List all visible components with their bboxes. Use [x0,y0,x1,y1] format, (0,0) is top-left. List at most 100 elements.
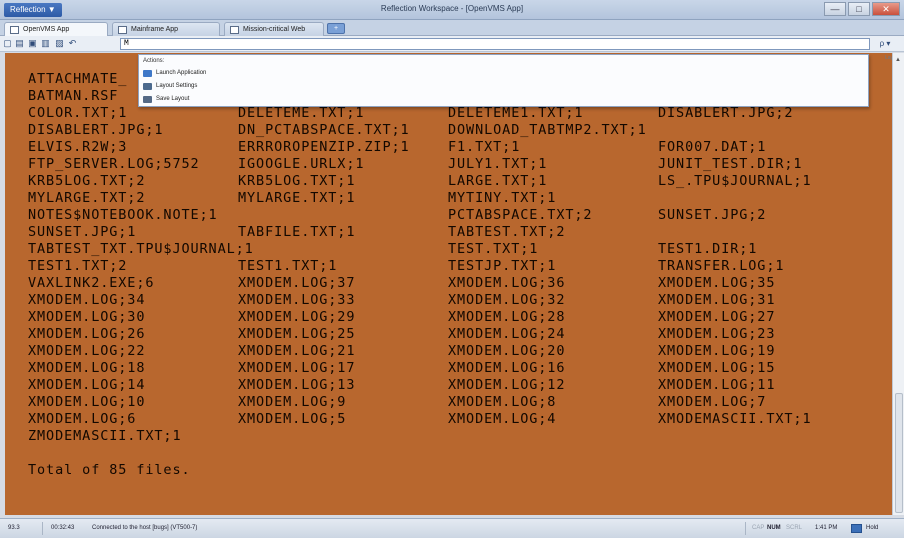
file-entry: KRB5LOG.TXT;1 [238,173,356,189]
file-entry: XMODEM.LOG;27 [658,309,776,325]
file-entry: XMODEM.LOG;23 [658,326,776,342]
file-entry: DISABLERT.JPG;2 [658,105,794,121]
file-entry: FTP_SERVER.LOG;5752 [28,156,200,172]
file-entry: XMODEM.LOG;19 [658,343,776,359]
file-entry: XMODEM.LOG;5 [238,411,347,427]
file-entry: XMODEM.LOG;29 [238,309,356,325]
terminal-line: ATTACHMATE_ [28,71,128,87]
file-entry: NOTES$NOTEBOOK.NOTE;1 [28,207,218,223]
file-entry: XMODEM.LOG;21 [238,343,356,359]
file-entry: XMODEM.LOG;4 [448,411,557,427]
action-layout-settings[interactable]: Layout Settings [143,81,197,92]
action-label: Layout Settings [156,83,198,89]
search-input[interactable]: M [120,38,870,50]
scroll-lock-indicator: SCRL [786,525,803,531]
file-entry: XMODEM.LOG;6 [28,411,137,427]
file-entry: KRB5LOG.TXT;2 [28,173,146,189]
file-entry: XMODEM.LOG;24 [448,326,566,342]
print-icon[interactable]: ▥ [40,38,51,49]
file-entry: ELVIS.R2W;3 [28,139,128,155]
launch-application-icon [143,70,152,77]
file-entry: XMODEMASCII.TXT;1 [658,411,812,427]
window-title: Reflection Workspace - [OpenVMS App] [380,4,524,13]
action-label: Save Layout [156,96,190,102]
tab-label: OpenVMS App [23,26,70,33]
status-position: 93.3 [8,525,20,531]
scroll-up-icon[interactable]: ▲ [895,57,901,63]
file-entry: FOR007.DAT;1 [658,139,767,155]
settings-icon[interactable]: ▨ [54,38,65,49]
file-entry: XMODEM.LOG;25 [238,326,356,342]
save-icon[interactable]: ▣ [27,38,38,49]
file-entry: XMODEM.LOG;31 [658,292,776,308]
file-entry: ZMODEMASCII.TXT;1 [28,428,182,444]
caps-lock-indicator: CAP [752,525,765,531]
file-entry: XMODEM.LOG;13 [238,377,356,393]
tab-label: Mainframe App [131,26,179,33]
tab-openvms-app[interactable]: OpenVMS App [4,22,108,36]
file-entry: XMODEM.LOG;30 [28,309,146,325]
tab-mission-critical-web-app[interactable]: Mission-critical Web App [224,22,324,47]
action-save-layout[interactable]: Save Layout [143,94,189,105]
layout-settings-icon [143,83,152,90]
file-entry: DELETEME.TXT;1 [238,105,365,121]
status-bar: 93.3 00:32:43 Connected to the host [bug… [0,518,904,538]
terminal-icon [10,26,19,34]
file-entry: TABTEST.TXT;2 [448,224,566,240]
file-entry: XMODEM.LOG;36 [448,275,566,291]
file-entry: MYTINY.TXT;1 [448,190,557,206]
file-entry: TEST1.TXT;1 [238,258,338,274]
actions-popup: Actions: Launch Application Layout Setti… [138,54,869,107]
hold-icon[interactable] [851,524,862,533]
status-timer: 00:32:43 [51,525,75,531]
terminal-screen[interactable]: ATTACHMATE_ BATMAN.RSF COLOR.TXT;1 DELETE… [5,53,892,515]
total-files-line: Total of 85 files. [28,462,191,478]
tab-mainframe-app[interactable]: Mainframe App [112,22,220,36]
file-entry: MYLARGE.TXT;1 [238,190,356,206]
file-entry: XMODEM.LOG;16 [448,360,566,376]
close-button[interactable]: ✕ [872,2,900,16]
file-entry: TESTJP.TXT;1 [448,258,557,274]
maximize-button[interactable]: □ [848,2,870,16]
file-entry: XMODEM.LOG;20 [448,343,566,359]
file-entry: IGOOGLE.URLX;1 [238,156,365,172]
file-entry: XMODEM.LOG;14 [28,377,146,393]
file-entry: XMODEM.LOG;11 [658,377,776,393]
file-entry: XMODEM.LOG;10 [28,394,146,410]
vertical-scrollbar[interactable]: ▲ [892,53,904,515]
file-entry: XMODEM.LOG;33 [238,292,356,308]
minimize-button[interactable]: — [824,2,846,16]
scroll-thumb[interactable] [895,393,903,513]
file-entry: XMODEM.LOG;12 [448,377,566,393]
file-entry: XMODEM.LOG;28 [448,309,566,325]
tab-bar: OpenVMS App Mainframe App Mission-critic… [0,20,904,47]
file-entry: TEST1.DIR;1 [658,241,758,257]
terminal-icon [118,26,127,34]
file-entry: XMODEM.LOG;7 [658,394,767,410]
undo-icon[interactable]: ↶ [67,38,78,49]
new-tab-button[interactable]: + [327,23,345,34]
status-message: Connected to the host [bugs] (VT500-7) [92,525,198,531]
file-entry: XMODEM.LOG;26 [28,326,146,342]
file-entry: XMODEM.LOG;37 [238,275,356,291]
file-entry: LS_.TPU$JOURNAL;1 [658,173,812,189]
file-entry: XMODEM.LOG;8 [448,394,557,410]
open-folder-icon[interactable]: ▤ [14,38,25,49]
file-entry: XMODEM.LOG;18 [28,360,146,376]
file-entry: F1.TXT;1 [448,139,521,155]
actions-title: Actions: [143,58,165,64]
action-launch-application[interactable]: Launch Application [143,68,206,79]
file-entry: VAXLINK2.EXE;6 [28,275,155,291]
status-clock: 1:41 PM [815,525,838,531]
file-entry: MYLARGE.TXT;2 [28,190,146,206]
search-icon[interactable]: ρ ▾ [874,38,896,50]
file-entry: TEST1.TXT;2 [28,258,128,274]
new-document-icon[interactable]: ▢ [2,38,13,49]
file-entry: XMODEM.LOG;32 [448,292,566,308]
file-entry: DN_PCTABSPACE.TXT;1 [238,122,410,138]
file-entry: COLOR.TXT;1 [28,105,128,121]
file-entry: XMODEM.LOG;35 [658,275,776,291]
hold-indicator: Hold [866,525,879,531]
file-entry: SUNSET.JPG;1 [28,224,137,240]
status-divider [42,522,43,535]
